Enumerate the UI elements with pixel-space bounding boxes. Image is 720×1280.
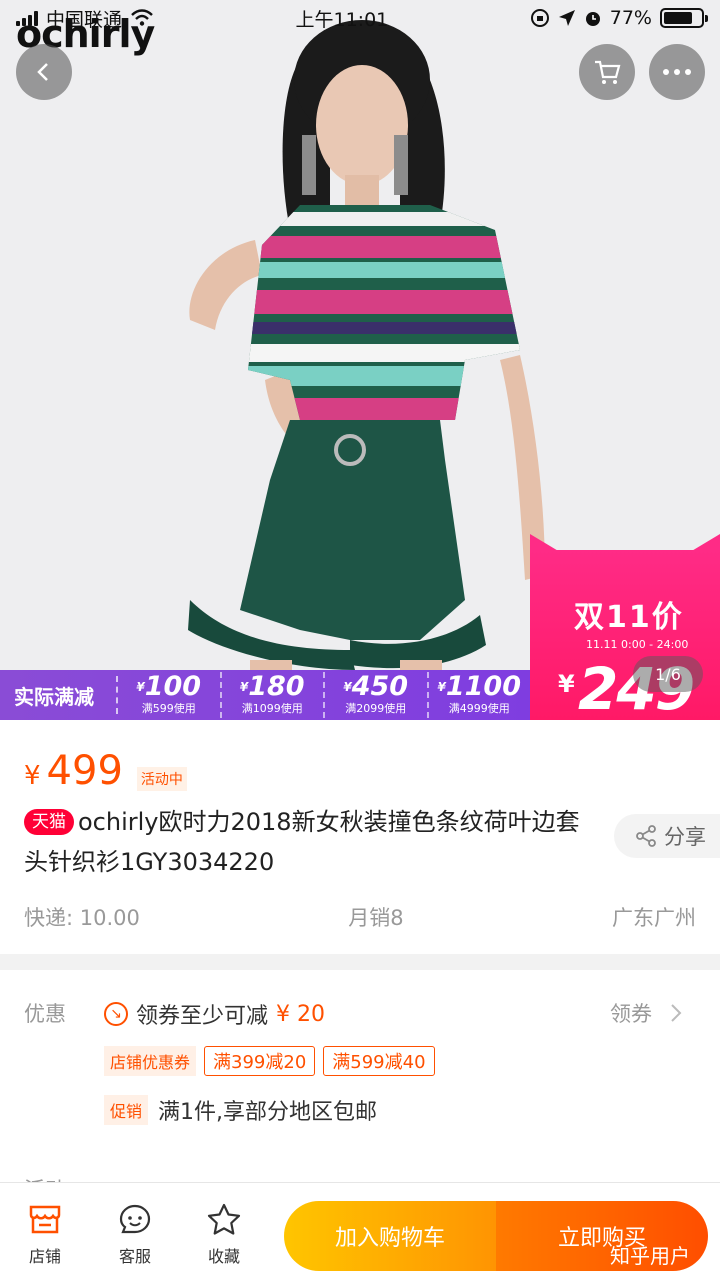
- status-bar: 中国联通 上午11:01 77%: [0, 0, 720, 36]
- product-detail-page: ochirly 实际满减 ¥100 满599使用 ¥180 满1099使用 ¥4…: [0, 0, 720, 1280]
- favorite-label: 收藏: [207, 1247, 240, 1266]
- favorite-button[interactable]: 收藏: [184, 1201, 264, 1267]
- shipping-fee: 快递: 10.00: [24, 906, 140, 930]
- get-coupon-label: 领券: [610, 1002, 652, 1026]
- coupon-section-label: 优惠: [24, 1002, 66, 1026]
- badge-time: 11.11 0:00 - 24:00: [586, 638, 689, 651]
- discount-condition: 满2099使用: [345, 702, 407, 715]
- more-dots-icon: [663, 69, 691, 75]
- battery-icon: [659, 8, 708, 28]
- discount-condition: 满1099使用: [241, 702, 303, 715]
- monthly-sales: 月销8: [348, 906, 404, 930]
- wifi-icon: [131, 9, 153, 26]
- price-row: ¥ 499 活动中: [24, 748, 187, 794]
- discount-amount: 450: [351, 671, 409, 702]
- product-title-block: 天猫 ochirly欧时力2018新女秋装撞色条纹荷叶边套头针织衫1GY30342…: [24, 802, 594, 882]
- badge-currency: ¥: [558, 670, 575, 698]
- ship-location: 广东广州: [612, 906, 696, 930]
- double-eleven-badge: 双11价 11.11 0:00 - 24:00 ¥ 249: [530, 550, 720, 720]
- discount-cell: ¥180 满1099使用: [222, 671, 325, 718]
- chevron-right-icon: [671, 1004, 682, 1022]
- store-label: 店铺: [28, 1247, 61, 1266]
- discount-condition: 满4999使用: [448, 702, 510, 715]
- coupon-icon: ↘: [104, 1002, 128, 1026]
- alarm-icon: [585, 12, 600, 26]
- product-title: ochirly欧时力2018新女秋装撞色条纹荷叶边套头针织衫1GY3034220: [24, 808, 580, 876]
- chat-face-icon: [119, 1204, 151, 1234]
- back-button[interactable]: [16, 44, 72, 100]
- star-icon: [207, 1203, 241, 1235]
- discount-strip-title: 实际满减: [0, 676, 118, 714]
- discount-cell: ¥1100 满4999使用: [429, 672, 531, 718]
- coupon-summary-amount: ¥ 20: [276, 1001, 325, 1027]
- coupon-summary-text: 领券至少可减: [136, 1004, 269, 1029]
- coupon-item[interactable]: 满599减40: [323, 1046, 435, 1076]
- share-button[interactable]: 分享: [614, 814, 720, 858]
- discount-cell: ¥450 满2099使用: [325, 672, 429, 718]
- clock: 上午11:01: [295, 8, 389, 31]
- battery-percent: 77%: [609, 7, 652, 29]
- customer-service-button[interactable]: 客服: [95, 1201, 175, 1267]
- chevron-left-icon: [37, 63, 48, 81]
- location-arrow-icon: [558, 10, 575, 26]
- share-label: 分享: [664, 825, 706, 849]
- product-info-card: ¥ 499 活动中 天猫 ochirly欧时力2018新女秋装撞色条纹荷叶边套头针…: [0, 720, 720, 954]
- get-coupon-button[interactable]: 领券: [610, 998, 682, 1028]
- store-icon: [29, 1205, 61, 1234]
- promotion-tag: 促销: [104, 1095, 149, 1125]
- image-pager: 1/6: [633, 656, 703, 692]
- cart-icon: [595, 60, 621, 84]
- promotion-row: 促销 满1件,享部分地区包邮: [104, 1094, 377, 1126]
- coupon-tags: 店铺优惠券 满399减20 满599减40: [104, 1046, 435, 1076]
- share-icon: [636, 825, 656, 847]
- store-button[interactable]: 店铺: [5, 1201, 85, 1267]
- carrier-name: 中国联通: [46, 8, 123, 31]
- store-coupon-tag: 店铺优惠券: [104, 1046, 197, 1076]
- promotion-text: 满1件,享部分地区包邮: [158, 1100, 378, 1125]
- discount-condition: 满599使用: [141, 702, 196, 715]
- coupon-summary: ↘ 领券至少可减 ¥ 20: [104, 998, 325, 1030]
- more-button[interactable]: [649, 44, 705, 100]
- cart-button[interactable]: [579, 44, 635, 100]
- signal-icon: [16, 10, 38, 26]
- price-currency: ¥: [24, 761, 41, 791]
- coupon-item[interactable]: 满399减20: [204, 1046, 316, 1076]
- discount-amount: 1100: [445, 671, 521, 702]
- discount-amount: 100: [144, 671, 202, 702]
- customer-service-label: 客服: [118, 1247, 151, 1266]
- product-image-carousel[interactable]: ochirly 实际满减 ¥100 满599使用 ¥180 满1099使用 ¥4…: [0, 0, 720, 720]
- discount-strip: 实际满减 ¥100 满599使用 ¥180 满1099使用 ¥450 满2099…: [0, 670, 530, 720]
- meta-row: 快递: 10.00 月销8 广东广州: [24, 902, 696, 932]
- add-to-cart-button[interactable]: 加入购物车: [284, 1201, 496, 1271]
- discount-amount: 180: [248, 671, 305, 702]
- discount-cell: ¥100 满599使用: [118, 672, 222, 718]
- watermark: 知乎用户: [610, 1244, 690, 1268]
- tmall-tag: 天猫: [24, 809, 74, 835]
- product-price: 499: [46, 748, 123, 794]
- badge-title: 双11价: [574, 600, 684, 635]
- coupons-card[interactable]: 优惠 ↘ 领券至少可减 ¥ 20 领券 店铺优惠券 满399减20 满599减4…: [0, 970, 720, 1202]
- rotation-lock-icon: [530, 9, 549, 27]
- activity-tag: 活动中: [136, 767, 187, 791]
